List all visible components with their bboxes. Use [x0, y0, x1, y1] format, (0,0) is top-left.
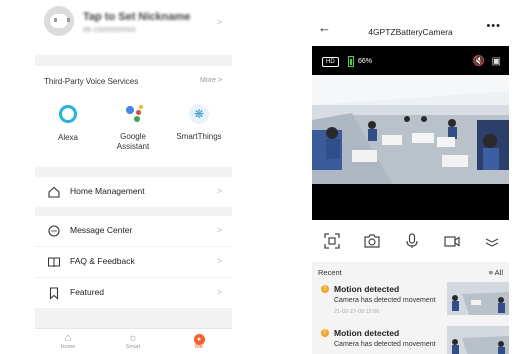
- video-record-icon[interactable]: [443, 232, 461, 250]
- event-title: Motion detected: [334, 284, 400, 294]
- message-icon: [48, 225, 60, 237]
- service-label: Alexa: [57, 133, 78, 142]
- tab-me[interactable]: ● Me: [179, 332, 219, 350]
- alert-icon: !: [321, 285, 329, 293]
- tab-label: Smart: [125, 344, 141, 350]
- layers-icon: ≡: [488, 268, 493, 277]
- event-thumbnail[interactable]: [447, 282, 509, 315]
- more-link[interactable]: More >: [200, 77, 222, 84]
- bookmark-icon: [49, 287, 59, 300]
- bottom-tab-bar: ⌂ Home ☼ Smart ● Me: [35, 328, 232, 354]
- chevron-right-icon: >: [216, 17, 222, 27]
- all-label: All: [494, 268, 503, 277]
- more-options-icon[interactable]: •••: [486, 20, 501, 32]
- profile-header[interactable]: Tap to Set Nickname 86-15000000000 >: [35, 0, 232, 55]
- event-description: Camera has detected movement: [334, 297, 436, 304]
- battery-percent: 66%: [358, 58, 373, 65]
- chevron-right-icon: >: [216, 225, 222, 235]
- event-description: Camera has detected movement: [334, 341, 436, 348]
- tab-label: Home: [60, 344, 76, 350]
- phone-number: 86-15000000000: [83, 27, 136, 34]
- chevron-right-icon: >: [216, 256, 222, 266]
- quality-toggle[interactable]: HD: [322, 57, 339, 67]
- microphone-icon[interactable]: [403, 232, 421, 250]
- alexa-icon: [58, 105, 78, 125]
- chevron-right-icon: >: [216, 186, 222, 196]
- menu-message-center[interactable]: Message Center >: [35, 216, 232, 246]
- event-time: 21-02-27-09:12:06: [334, 309, 380, 315]
- avatar[interactable]: [44, 6, 74, 36]
- voice-services-card: Third-Party Voice Services More > Alexa …: [35, 66, 232, 167]
- service-google-assistant[interactable]: Google Assistant: [103, 104, 163, 152]
- fullscreen-icon[interactable]: ▣: [492, 56, 501, 67]
- tab-label: Me: [195, 344, 203, 350]
- camera-title: 4GPTZBatteryCamera: [368, 27, 453, 37]
- expand-down-icon[interactable]: [483, 232, 501, 250]
- user-icon: ●: [179, 332, 219, 345]
- tab-smart[interactable]: ☼ Smart: [113, 332, 153, 350]
- all-events-link[interactable]: ≡ All: [489, 268, 503, 277]
- camera-feed-image: [312, 75, 509, 184]
- camera-controls: [312, 220, 509, 262]
- camera-header: ← 4GPTZBatteryCamera •••: [312, 0, 509, 46]
- menu-label: Featured: [70, 287, 105, 297]
- event-item[interactable]: ! Motion detected Camera has detected mo…: [312, 326, 509, 354]
- live-video-panel[interactable]: HD 66% 🔇 ▣: [312, 46, 509, 220]
- recent-header: Recent ≡ All: [312, 262, 509, 282]
- chevron-right-icon: >: [216, 287, 222, 297]
- event-item[interactable]: ! Motion detected Camera has detected mo…: [312, 282, 509, 326]
- home-icon: [48, 186, 60, 198]
- event-thumbnail[interactable]: [447, 326, 509, 354]
- menu-label: Message Center: [70, 225, 133, 235]
- menu-home-management[interactable]: Home Management >: [35, 177, 232, 207]
- service-label: Google Assistant: [116, 132, 150, 151]
- book-icon: [48, 257, 60, 268]
- sun-icon: ☼: [127, 332, 139, 344]
- screenshot-frame-icon[interactable]: [323, 232, 341, 250]
- smartthings-icon: ❋: [189, 104, 209, 124]
- recent-label: Recent: [318, 268, 342, 277]
- service-alexa[interactable]: Alexa: [38, 104, 98, 143]
- google-assistant-icon: [123, 104, 143, 124]
- nickname-label: Tap to Set Nickname: [83, 11, 191, 23]
- menu-label: Home Management: [70, 186, 145, 196]
- home-icon: ⌂: [64, 332, 72, 344]
- menu-label: FAQ & Feedback: [70, 256, 135, 266]
- more-label: More: [200, 77, 216, 84]
- service-smartthings[interactable]: ❋ SmartThings: [169, 104, 229, 142]
- profile-screen: Tap to Set Nickname 86-15000000000 > Thi…: [35, 0, 232, 354]
- voice-services-title: Third-Party Voice Services: [44, 77, 139, 86]
- camera-icon[interactable]: [363, 232, 381, 250]
- battery-icon: [348, 56, 354, 67]
- alert-icon: !: [321, 329, 329, 337]
- menu-faq-feedback[interactable]: FAQ & Feedback >: [35, 247, 232, 277]
- service-label: SmartThings: [176, 132, 222, 141]
- event-title: Motion detected: [334, 328, 400, 338]
- menu-featured[interactable]: Featured >: [35, 278, 232, 308]
- tab-home[interactable]: ⌂ Home: [48, 332, 88, 350]
- camera-screen: ← 4GPTZBatteryCamera ••• HD 66% 🔇 ▣ Rece…: [312, 0, 509, 354]
- mute-icon[interactable]: 🔇: [473, 56, 485, 67]
